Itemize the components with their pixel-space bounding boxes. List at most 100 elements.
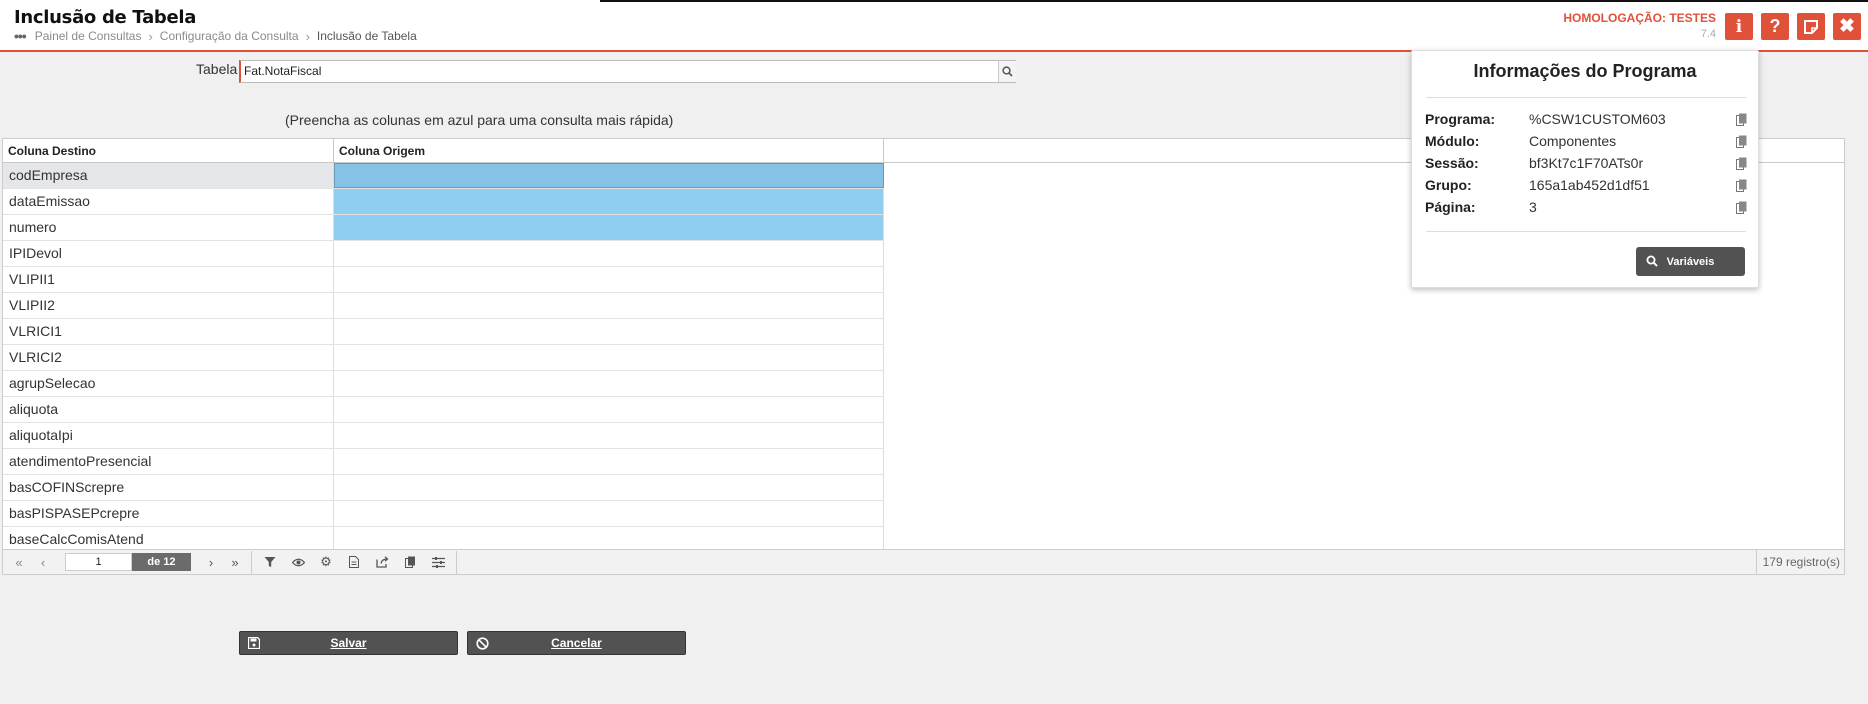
popup-divider (1426, 231, 1746, 232)
breadcrumb-item-configuracao[interactable]: Configuração da Consulta (160, 29, 299, 43)
cancel-icon (476, 637, 489, 650)
table-row[interactable]: dataEmissao (3, 189, 884, 215)
info-value: %CSW1CUSTOM603 (1529, 111, 1666, 127)
table-row[interactable]: aliquota (3, 397, 884, 423)
table-row[interactable]: VLIPII1 (3, 267, 884, 293)
table-row[interactable]: agrupSelecao (3, 371, 884, 397)
cell-coluna-destino[interactable]: VLIPII2 (3, 293, 334, 318)
grid-body: codEmpresa dataEmissao numero IPIDevol VLIPI… (3, 163, 884, 553)
table-row[interactable]: aliquotaIpi (3, 423, 884, 449)
cell-coluna-origem[interactable] (334, 241, 884, 266)
column-header-destino[interactable]: Coluna Destino (3, 139, 334, 163)
version-label: 7.4 (1700, 28, 1716, 40)
cell-coluna-origem[interactable] (334, 293, 884, 318)
eye-icon[interactable] (284, 558, 312, 567)
help-button[interactable]: ? (1761, 13, 1789, 40)
filter-icon[interactable] (256, 556, 284, 568)
popup-divider (1426, 97, 1746, 98)
info-button[interactable]: i (1725, 13, 1753, 40)
cell-coluna-origem[interactable] (334, 267, 884, 292)
info-icon: i (1735, 16, 1743, 37)
info-row: Módulo: Componentes (1425, 133, 1747, 153)
cell-coluna-origem[interactable] (334, 371, 884, 396)
info-label: Programa: (1425, 111, 1496, 127)
copy-icon[interactable] (396, 556, 424, 568)
pager-divider (251, 550, 252, 574)
page-count: de 12 (132, 553, 191, 571)
cell-coluna-origem[interactable] (334, 163, 884, 188)
close-button[interactable]: ✖ (1833, 13, 1861, 40)
cell-coluna-destino[interactable]: IPIDevol (3, 241, 334, 266)
table-row[interactable]: codEmpresa (3, 163, 884, 189)
cell-coluna-destino[interactable]: VLRICI1 (3, 319, 334, 344)
search-icon (1002, 66, 1013, 77)
info-row: Programa: %CSW1CUSTOM603 (1425, 111, 1747, 131)
variables-label: Variáveis (1666, 255, 1715, 268)
tabela-label: Tabela (196, 61, 238, 77)
table-row[interactable]: atendimentoPresencial (3, 449, 884, 475)
cell-coluna-origem[interactable] (334, 189, 884, 214)
search-icon (1646, 255, 1658, 267)
cancel-label: Cancelar (551, 636, 602, 650)
gear-icon[interactable]: ⚙ (312, 554, 340, 570)
tabela-search-button[interactable] (998, 61, 1016, 82)
next-page-icon[interactable]: › (199, 555, 223, 570)
save-button[interactable]: Salvar (239, 631, 458, 655)
cell-coluna-origem[interactable] (334, 449, 884, 474)
question-icon: ? (1769, 16, 1781, 36)
cell-coluna-origem[interactable] (334, 345, 884, 370)
export-icon[interactable] (368, 556, 396, 568)
cell-coluna-destino[interactable]: codEmpresa (3, 163, 334, 188)
cell-coluna-origem[interactable] (334, 397, 884, 422)
environment-info: HOMOLOGAÇÃO: TESTES 7.4 (1563, 11, 1716, 40)
previous-page-icon[interactable]: ‹ (31, 555, 55, 570)
table-row[interactable]: VLRICI1 (3, 319, 884, 345)
cell-coluna-origem[interactable] (334, 475, 884, 500)
column-header-origem[interactable]: Coluna Origem (334, 139, 884, 163)
page-number-input[interactable]: 1 (65, 553, 132, 571)
copy-icon[interactable] (1736, 135, 1747, 151)
columns-settings-icon[interactable] (424, 556, 452, 568)
table-row[interactable]: basCOFINScrepre (3, 475, 884, 501)
table-row[interactable]: VLRICI2 (3, 345, 884, 371)
popup-title: Informações do Programa (1473, 61, 1697, 81)
cell-coluna-destino[interactable]: basPISPASEPcrepre (3, 501, 334, 526)
cell-coluna-destino[interactable]: dataEmissao (3, 189, 334, 214)
breadcrumb-item-painel[interactable]: Painel de Consultas (35, 29, 142, 43)
cell-coluna-destino[interactable]: basCOFINScrepre (3, 475, 334, 500)
document-icon[interactable] (340, 556, 368, 568)
cancel-button[interactable]: Cancelar (467, 631, 686, 655)
notes-button[interactable] (1797, 13, 1825, 40)
copy-icon[interactable] (1736, 157, 1747, 173)
breadcrumb-more-icon[interactable]: ••• (14, 28, 27, 44)
copy-icon[interactable] (1736, 201, 1747, 217)
cell-coluna-destino[interactable]: agrupSelecao (3, 371, 334, 396)
table-row[interactable]: basPISPASEPcrepre (3, 501, 884, 527)
cell-coluna-origem[interactable] (334, 501, 884, 526)
pager-bar: « ‹ 1 de 12 › » ⚙ 179 registro(s) (3, 549, 1844, 574)
cell-coluna-origem[interactable] (334, 319, 884, 344)
tabela-input[interactable]: Fat.NotaFiscal (239, 60, 1016, 83)
cell-coluna-destino[interactable]: atendimentoPresencial (3, 449, 334, 474)
info-row: Página: 3 (1425, 199, 1747, 219)
breadcrumb: ••• Painel de Consultas › Configuração d… (14, 28, 417, 44)
cell-coluna-destino[interactable]: aliquota (3, 397, 334, 422)
cell-coluna-origem[interactable] (334, 423, 884, 448)
cell-coluna-destino[interactable]: aliquotaIpi (3, 423, 334, 448)
cell-coluna-destino[interactable]: VLRICI2 (3, 345, 334, 370)
cell-coluna-destino[interactable]: VLIPII1 (3, 267, 334, 292)
variables-button[interactable]: Variáveis (1636, 247, 1745, 276)
info-value: bf3Kt7c1F70ATs0r (1529, 155, 1644, 171)
cell-coluna-origem[interactable] (334, 215, 884, 240)
last-page-icon[interactable]: » (223, 555, 247, 570)
cell-coluna-destino[interactable]: numero (3, 215, 334, 240)
breadcrumb-item-current: Inclusão de Tabela (316, 29, 417, 43)
copy-icon[interactable] (1736, 113, 1747, 129)
first-page-icon[interactable]: « (7, 555, 31, 570)
info-label: Módulo: (1425, 133, 1480, 149)
top-border (600, 0, 1868, 2)
table-row[interactable]: IPIDevol (3, 241, 884, 267)
table-row[interactable]: VLIPII2 (3, 293, 884, 319)
copy-icon[interactable] (1736, 179, 1747, 195)
table-row[interactable]: numero (3, 215, 884, 241)
